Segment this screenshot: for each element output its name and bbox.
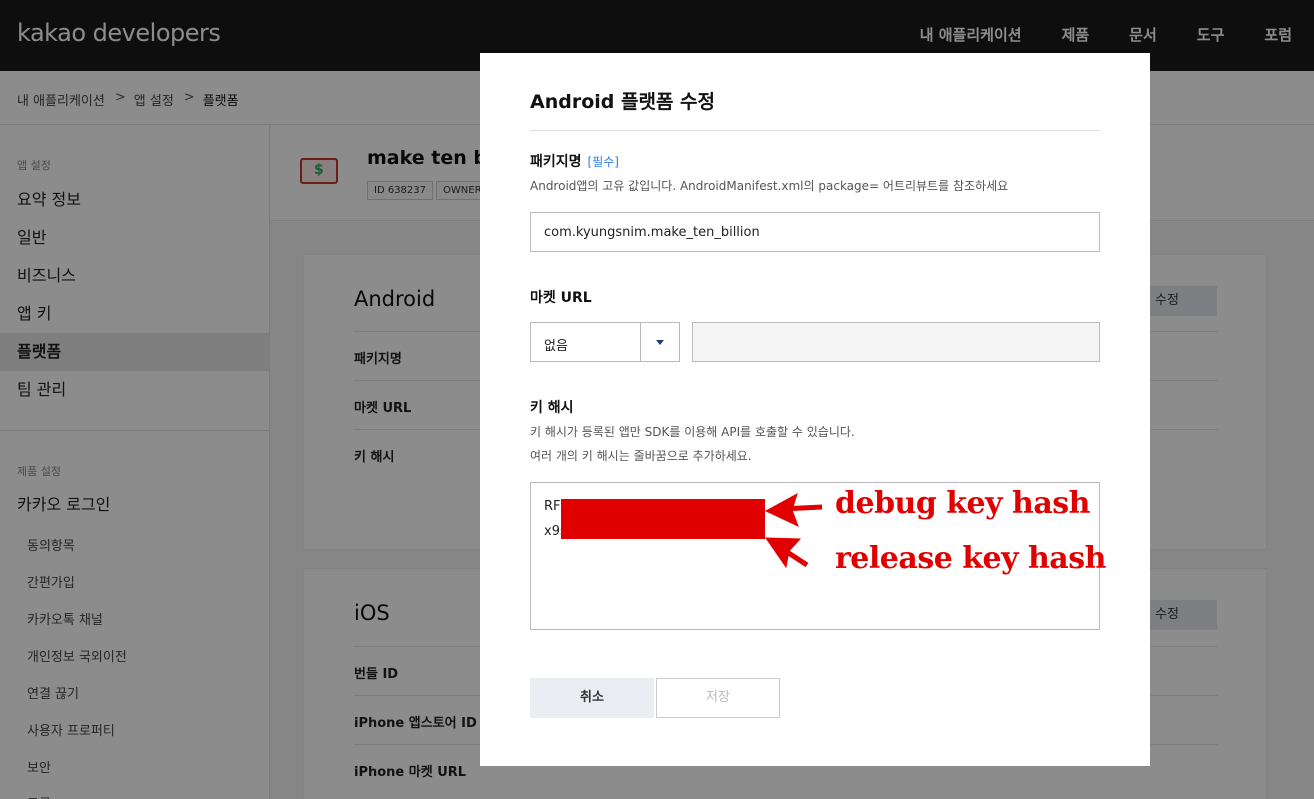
release-key-hash-annotation: release key hash (835, 541, 1106, 576)
annotation-arrows (764, 492, 823, 569)
release-arrowhead-icon (765, 537, 802, 569)
debug-key-hash-annotation: debug key hash (835, 486, 1090, 521)
